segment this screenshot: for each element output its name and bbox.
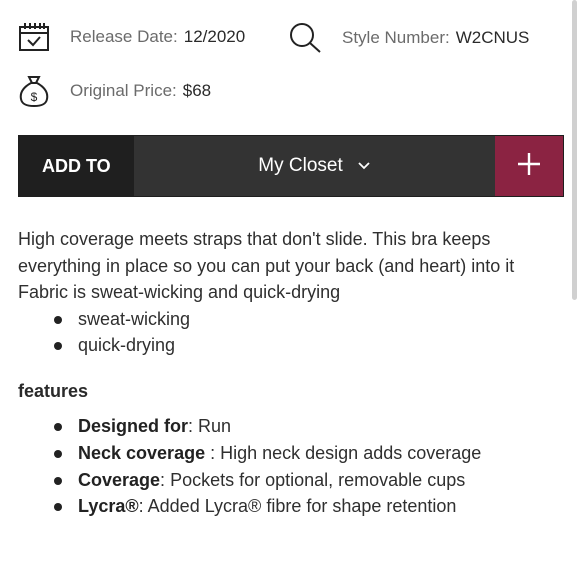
list-item: Lycra®: Added Lycra® fibre for shape ret… <box>18 493 568 520</box>
original-price-value: $68 <box>182 81 212 100</box>
svg-text:$: $ <box>31 90 38 104</box>
feature-sep: : <box>160 469 171 490</box>
list-item: Coverage: Pockets for optional, removabl… <box>18 467 568 494</box>
feature-term: Coverage <box>78 469 161 490</box>
list-item: quick-drying <box>18 332 568 359</box>
release-date-label: Release Date: <box>70 27 178 46</box>
description-bullets: sweat-wicking quick-drying <box>18 306 568 359</box>
feature-term: Neck coverage <box>78 442 206 463</box>
feature-text: Run <box>198 416 232 436</box>
scrollbar[interactable] <box>572 0 577 300</box>
plus-icon <box>517 152 541 181</box>
list-item: sweat-wicking <box>18 306 568 333</box>
feature-text: Added Lycra® fibre for shape retention <box>147 496 457 517</box>
add-to-label: ADD TO <box>19 136 134 196</box>
features-list: Designed for: Run Neck coverage : High n… <box>18 413 568 520</box>
list-item: Neck coverage : High neck design adds co… <box>18 440 568 467</box>
closet-dropdown[interactable]: My Closet <box>134 136 495 196</box>
feature-sep: : <box>188 416 199 436</box>
feature-text: High neck design adds coverage <box>220 442 482 463</box>
feature-text: Pockets for optional, removable cups <box>170 469 466 490</box>
feature-term: Designed for <box>78 416 189 436</box>
add-to-closet-bar: ADD TO My Closet <box>18 135 564 197</box>
feature-sep: : <box>138 496 148 517</box>
description-text: High coverage meets straps that don't sl… <box>18 229 515 302</box>
feature-term: Lycra® <box>78 496 139 517</box>
style-number-value: W2CNUS <box>455 28 530 47</box>
list-item: Designed for: Run <box>18 413 568 440</box>
product-description: High coverage meets straps that don't sl… <box>18 226 568 359</box>
search-icon <box>288 22 322 54</box>
calendar-icon <box>18 22 50 52</box>
style-number-row: Style Number: W2CNUS <box>288 22 529 54</box>
feature-sep: : <box>205 442 221 463</box>
style-number-label: Style Number: <box>342 28 450 47</box>
chevron-down-icon <box>357 155 371 177</box>
release-date-row: Release Date: 12/2020 <box>18 22 245 52</box>
add-button[interactable] <box>495 136 563 196</box>
closet-dropdown-value: My Closet <box>258 155 343 176</box>
original-price-row: $ Original Price: $68 <box>18 74 211 108</box>
money-bag-icon: $ <box>18 74 50 108</box>
original-price-label: Original Price: <box>70 81 177 100</box>
release-date-value: 12/2020 <box>183 27 246 46</box>
features-heading: features <box>18 381 89 401</box>
